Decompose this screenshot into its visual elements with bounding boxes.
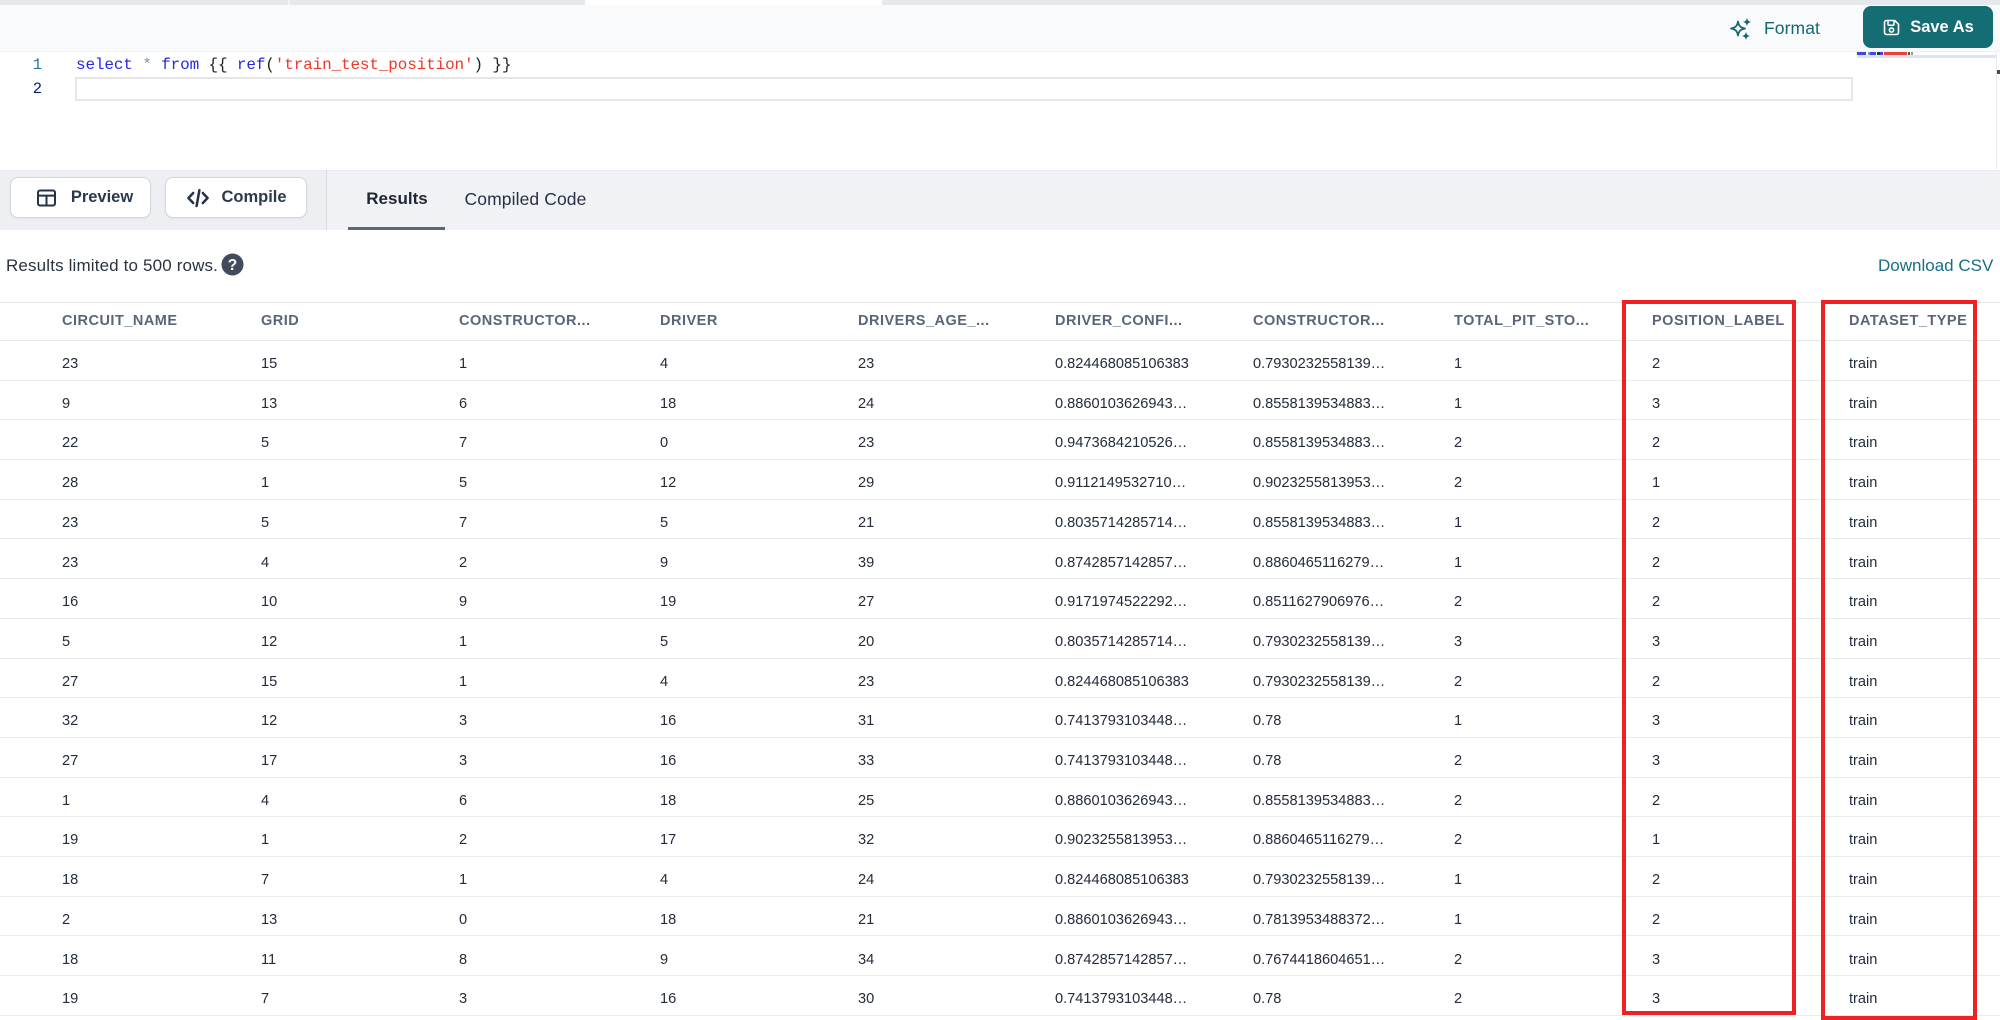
svg-text:?: ? — [228, 257, 237, 274]
